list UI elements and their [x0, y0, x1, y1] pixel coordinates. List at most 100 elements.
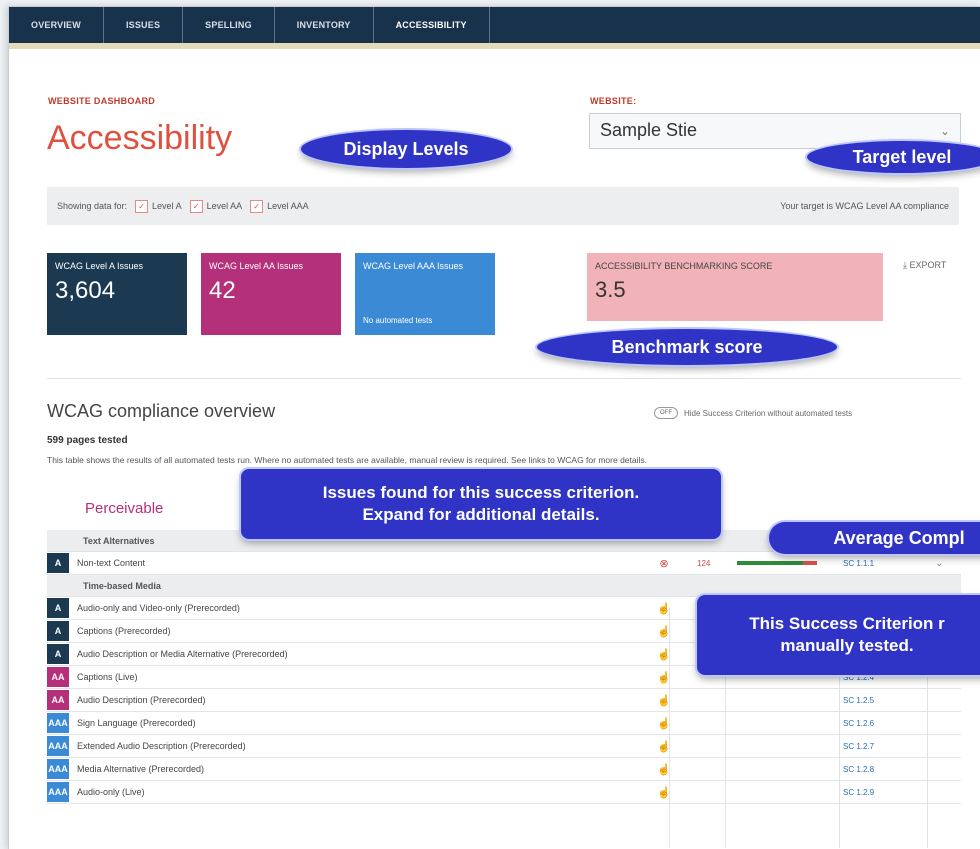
level-badge: A	[47, 644, 69, 664]
level-aaa-checkbox[interactable]: ✓ Level AAA	[250, 199, 309, 213]
callout-manual-test: This Success Criterion r manually tested…	[697, 595, 980, 675]
website-label: WEBSITE:	[590, 96, 637, 106]
callout-benchmark-score: Benchmark score	[537, 329, 837, 365]
principle-heading: Perceivable	[85, 500, 164, 517]
level-badge: AAA	[47, 736, 69, 756]
table-row[interactable]: A Non-text Content ⊗ 124 SC 1.1.1 ⌄	[47, 552, 961, 575]
level-filter-bar: Showing data for: ✓ Level A ✓ Level AA ✓ Le…	[47, 187, 959, 225]
column-divider	[669, 608, 670, 848]
card-title: ACCESSIBILITY BENCHMARKING SCORE	[595, 261, 773, 271]
sc-link[interactable]: SC 1.2.5	[843, 696, 874, 705]
top-nav: OVERVIEW ISSUES SPELLING INVENTORY ACCES…	[9, 7, 980, 43]
card-title: WCAG Level AAA Issues	[363, 261, 464, 271]
manual-test-icon: ☝	[657, 648, 671, 661]
card-subtext: No automated tests	[363, 316, 433, 325]
tab-overview[interactable]: OVERVIEW	[9, 7, 104, 43]
section-title: WCAG compliance overview	[47, 401, 276, 421]
manual-test-icon: ☝	[657, 602, 671, 615]
target-level-text: Your target is WCAG Level AA compliance	[780, 201, 949, 211]
manual-test-icon: ☝	[657, 786, 671, 799]
tab-inventory[interactable]: INVENTORY	[275, 7, 374, 43]
sc-link[interactable]: SC 1.2.6	[843, 719, 874, 728]
chevron-down-icon[interactable]: ⌄	[935, 558, 943, 569]
criterion-name: Audio Description (Prerecorded)	[77, 695, 206, 705]
manual-test-icon: ☝	[657, 625, 671, 638]
tab-issues[interactable]: ISSUES	[104, 7, 184, 43]
callout-average-compliance: Average Compl	[769, 522, 980, 554]
table-row[interactable]: AAA Media Alternative (Prerecorded) ☝ SC 1.…	[47, 758, 961, 781]
table-row[interactable]: AAA Extended Audio Description (Prerecord…	[47, 735, 961, 758]
criterion-name: Audio Description or Media Alternative (…	[77, 649, 288, 659]
pages-tested: 599 pages tested	[47, 435, 128, 446]
criterion-name: Captions (Prerecorded)	[77, 626, 171, 636]
manual-test-icon: ☝	[657, 671, 671, 684]
callout-issues-found: Issues found for this success criterion.…	[241, 469, 721, 539]
criterion-name: Non-text Content	[77, 558, 146, 568]
level-badge: A	[47, 553, 69, 573]
criterion-name: Captions (Live)	[77, 672, 138, 682]
showing-label: Showing data for:	[57, 201, 128, 211]
check-icon: ✓	[250, 199, 264, 213]
level-badge: A	[47, 621, 69, 641]
level-badge: AA	[47, 690, 69, 710]
level-a-checkbox[interactable]: ✓ Level A	[135, 199, 182, 213]
card-title: WCAG Level A Issues	[55, 261, 144, 271]
manual-test-icon: ☝	[657, 740, 671, 753]
export-button[interactable]: ⤓ EXPORT	[903, 260, 946, 271]
table-row[interactable]: AAA Sign Language (Prerecorded) ☝ SC 1.2.6	[47, 712, 961, 735]
page-subtitle: WEBSITE DASHBOARD	[48, 96, 156, 106]
compliance-bar	[737, 561, 817, 565]
check-icon: ✓	[189, 199, 203, 213]
dashboard-frame: OVERVIEW ISSUES SPELLING INVENTORY ACCES…	[8, 6, 980, 849]
criterion-name: Sign Language (Prerecorded)	[77, 718, 196, 728]
level-badge: AAA	[47, 759, 69, 779]
tab-spelling[interactable]: SPELLING	[183, 7, 275, 43]
error-icon: ⊗	[659, 557, 669, 570]
criterion-name: Audio-only (Live)	[77, 787, 145, 797]
table-row[interactable]: AA Audio Description (Prerecorded) ☝ SC 1.2…	[47, 689, 961, 712]
website-select-value: Sample Stie	[600, 120, 698, 140]
manual-test-icon: ☝	[657, 694, 671, 707]
callout-issues-line1: Issues found for this success criterion.	[322, 483, 640, 502]
group-row-time-based-media: Time-based Media	[47, 575, 961, 597]
callout-target-level: Target level	[807, 141, 980, 173]
chevron-down-icon: ⌄	[939, 124, 950, 138]
level-badge: A	[47, 598, 69, 618]
sc-link[interactable]: SC 1.2.8	[843, 765, 874, 774]
level-aaa-issues-card[interactable]: WCAG Level AAA Issues No automated tests	[355, 253, 495, 335]
toggle-label: Hide Success Criterion without automated…	[684, 408, 853, 418]
sc-link[interactable]: SC 1.1.1	[843, 559, 874, 568]
card-title: WCAG Level AA Issues	[209, 261, 304, 271]
level-aa-label: Level AA	[206, 201, 243, 211]
manual-test-icon: ☝	[657, 717, 671, 730]
callout-issues-line2: Expand for additional details.	[362, 505, 600, 524]
callout-manual-line2: manually tested.	[780, 636, 914, 655]
sc-link[interactable]: SC 1.2.7	[843, 742, 874, 751]
toggle-switch[interactable]: OFF	[654, 407, 678, 419]
level-aa-issues-card[interactable]: WCAG Level AA Issues 42	[201, 253, 341, 335]
sc-link[interactable]: SC 1.2.9	[843, 788, 874, 797]
level-aa-checkbox[interactable]: ✓ Level AA	[189, 199, 243, 213]
issue-count: 124	[697, 558, 711, 568]
tab-accessibility[interactable]: ACCESSIBILITY	[374, 7, 490, 43]
divider	[47, 378, 961, 379]
page-title: Accessibility	[47, 119, 233, 157]
table-description: This table shows the results of all auto…	[47, 455, 648, 465]
level-badge: AA	[47, 667, 69, 687]
card-value: 3,604	[55, 277, 116, 304]
benchmark-score-card: ACCESSIBILITY BENCHMARKING SCORE 3.5	[587, 253, 883, 321]
check-icon: ✓	[135, 199, 149, 213]
card-value: 3.5	[595, 277, 626, 302]
hide-untested-toggle[interactable]: OFF Hide Success Criterion without autom…	[654, 407, 852, 419]
criterion-name: Extended Audio Description (Prerecorded)	[77, 741, 246, 751]
callout-manual-line1: This Success Criterion r	[749, 614, 945, 633]
level-a-issues-card[interactable]: WCAG Level A Issues 3,604	[47, 253, 187, 335]
callout-display-levels: Display Levels	[301, 130, 511, 168]
manual-test-icon: ☝	[657, 763, 671, 776]
nav-accent-bar	[9, 43, 980, 49]
criterion-name: Audio-only and Video-only (Prerecorded)	[77, 603, 240, 613]
level-badge: AAA	[47, 713, 69, 733]
level-badge: AAA	[47, 782, 69, 802]
table-row[interactable]: AAA Audio-only (Live) ☝ SC 1.2.9	[47, 781, 961, 804]
level-a-label: Level A	[152, 201, 182, 211]
